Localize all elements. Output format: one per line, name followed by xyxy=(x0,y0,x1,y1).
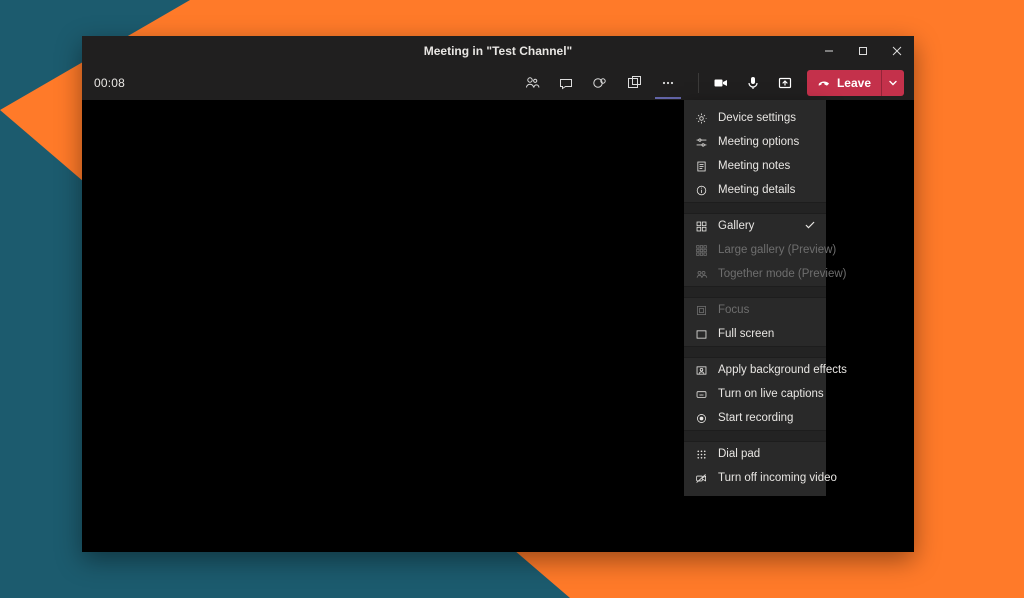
more-actions-menu: Device settings Meeting options Meeting … xyxy=(684,100,826,496)
focus-icon xyxy=(694,303,708,317)
menu-item-meeting-options[interactable]: Meeting options xyxy=(684,130,826,154)
toolbar-divider xyxy=(698,73,699,93)
gear-icon xyxy=(694,111,708,125)
menu-item-gallery[interactable]: Gallery xyxy=(684,214,826,238)
menu-label: Start recording xyxy=(718,412,816,424)
people-together-icon xyxy=(694,267,708,281)
more-actions-icon[interactable] xyxy=(660,75,676,91)
menu-item-meeting-details[interactable]: Meeting details xyxy=(684,178,826,202)
toolbar-icons-right xyxy=(713,75,793,91)
captions-icon: cc xyxy=(694,387,708,401)
leave-dropdown-button[interactable] xyxy=(881,70,904,96)
menu-label: Large gallery (Preview) xyxy=(718,244,836,256)
menu-label: Device settings xyxy=(718,112,816,124)
menu-label: Gallery xyxy=(718,220,794,232)
mic-icon[interactable] xyxy=(745,75,761,91)
menu-item-together-mode: Together mode (Preview) xyxy=(684,262,826,286)
menu-label: Meeting notes xyxy=(718,160,816,172)
menu-label: Apply background effects xyxy=(718,364,847,376)
menu-item-turn-off-incoming-video[interactable]: Turn off incoming video xyxy=(684,466,826,490)
menu-separator xyxy=(684,346,826,358)
meeting-toolbar: 00:08 xyxy=(82,66,914,100)
meeting-timer: 00:08 xyxy=(92,76,125,90)
menu-item-apply-background[interactable]: Apply background effects xyxy=(684,358,826,382)
menu-label: Turn on live captions xyxy=(718,388,824,400)
menu-item-meeting-notes[interactable]: Meeting notes xyxy=(684,154,826,178)
title-bar: Meeting in "Test Channel" xyxy=(82,36,914,66)
fullscreen-icon xyxy=(694,327,708,341)
menu-item-start-recording[interactable]: Start recording xyxy=(684,406,826,430)
menu-item-full-screen[interactable]: Full screen xyxy=(684,322,826,346)
record-icon xyxy=(694,411,708,425)
menu-label: Turn off incoming video xyxy=(718,472,837,484)
menu-separator xyxy=(684,202,826,214)
rooms-icon[interactable] xyxy=(626,75,642,91)
minimize-button[interactable] xyxy=(812,36,846,66)
window-title: Meeting in "Test Channel" xyxy=(424,44,573,58)
leave-label: Leave xyxy=(837,76,871,90)
hangup-icon xyxy=(817,75,831,92)
svg-text:cc: cc xyxy=(699,392,703,397)
menu-label: Dial pad xyxy=(718,448,816,460)
menu-item-large-gallery: Large gallery (Preview) xyxy=(684,238,826,262)
leave-button[interactable]: Leave xyxy=(807,70,904,96)
chevron-down-icon xyxy=(888,78,898,88)
menu-label: Meeting details xyxy=(718,184,816,196)
close-button[interactable] xyxy=(880,36,914,66)
toolbar-icons-left xyxy=(524,75,676,91)
background-effects-icon xyxy=(694,363,708,377)
grid-icon xyxy=(694,219,708,233)
check-icon xyxy=(804,219,816,234)
reactions-icon[interactable] xyxy=(592,75,608,91)
menu-item-live-captions[interactable]: cc Turn on live captions xyxy=(684,382,826,406)
info-icon xyxy=(694,183,708,197)
maximize-button[interactable] xyxy=(846,36,880,66)
share-icon[interactable] xyxy=(777,75,793,91)
people-icon[interactable] xyxy=(524,75,540,91)
camera-icon[interactable] xyxy=(713,75,729,91)
menu-label: Focus xyxy=(718,304,816,316)
large-grid-icon xyxy=(694,243,708,257)
menu-label: Full screen xyxy=(718,328,816,340)
menu-item-focus: Focus xyxy=(684,298,826,322)
notes-icon xyxy=(694,159,708,173)
menu-label: Meeting options xyxy=(718,136,816,148)
window-controls xyxy=(812,36,914,66)
menu-item-device-settings[interactable]: Device settings xyxy=(684,106,826,130)
meeting-window: Meeting in "Test Channel" 00:08 xyxy=(82,36,914,552)
video-off-icon xyxy=(694,471,708,485)
dialpad-icon xyxy=(694,447,708,461)
menu-separator xyxy=(684,430,826,442)
sliders-icon xyxy=(694,135,708,149)
menu-label: Together mode (Preview) xyxy=(718,268,846,280)
chat-icon[interactable] xyxy=(558,75,574,91)
menu-item-dial-pad[interactable]: Dial pad xyxy=(684,442,826,466)
menu-separator xyxy=(684,286,826,298)
